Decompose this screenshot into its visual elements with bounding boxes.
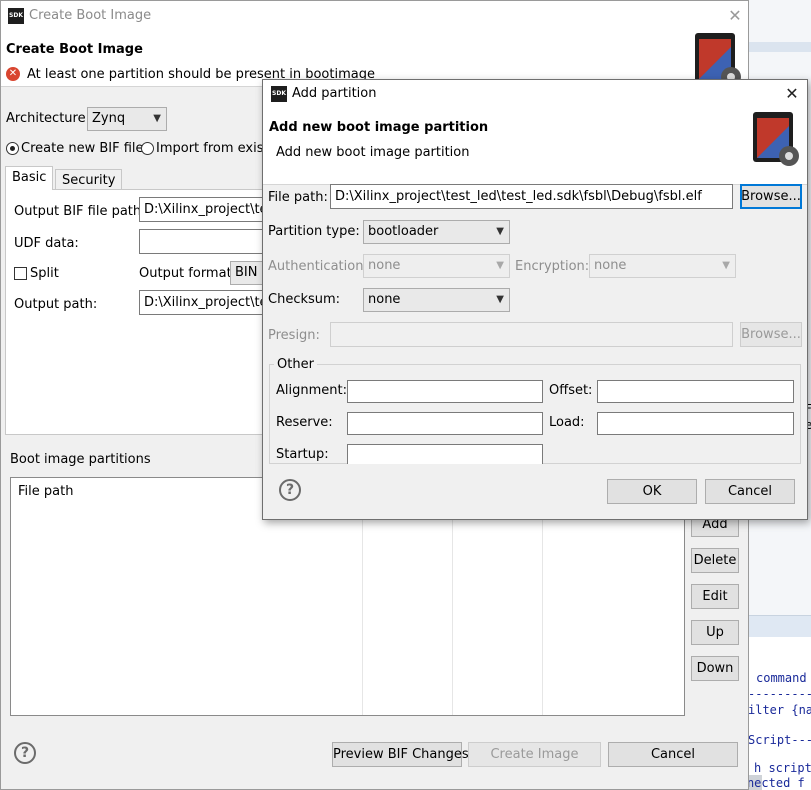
reserve-input[interactable] [347,412,543,435]
console-line: ilter {na [748,703,811,717]
add-cancel-button[interactable]: Cancel [705,479,795,504]
error-icon: ✕ [6,67,20,81]
architecture-select[interactable]: Zynq ▼ [87,107,167,131]
chevron-down-icon: ▼ [496,260,504,271]
console-line: h script [754,761,811,775]
authentication-select[interactable]: none ▼ [363,254,510,278]
startup-label: Startup: [276,447,329,462]
partition-type-value: bootloader [368,224,439,239]
add-partition-dialog: SDK Add partition ✕ Add new boot image p… [262,79,808,520]
ide-toolbar-strip [748,42,811,52]
checksum-label: Checksum: [268,292,341,307]
add-header-description: Add new boot image partition [276,145,470,160]
presign-input[interactable] [330,322,733,347]
partition-type-select[interactable]: bootloader ▼ [363,220,510,244]
add-header-title: Add new boot image partition [269,120,489,135]
presign-label: Presign: [268,328,320,343]
help-icon[interactable]: ? [14,742,36,764]
main-window-title: Create Boot Image [29,8,152,23]
main-close-icon[interactable]: ✕ [725,6,745,26]
sdk-app-icon: SDK [271,86,287,102]
console-line: command [756,671,807,685]
checksum-value: none [368,292,401,307]
checksum-select[interactable]: none ▼ [363,288,510,312]
partitions-label: Boot image partitions [10,452,151,467]
down-button[interactable]: Down [691,656,739,681]
offset-label: Offset: [549,383,593,398]
chevron-down-icon: ▼ [153,113,161,124]
up-button[interactable]: Up [691,620,739,645]
encryption-label: Encryption: [515,259,590,274]
import-bif-radio[interactable] [141,142,154,155]
udf-label: UDF data: [14,236,79,251]
file-path-label: File path: [268,190,328,205]
authentication-value: none [368,258,401,273]
chevron-down-icon: ▼ [496,226,504,237]
main-cancel-button[interactable]: Cancel [608,742,738,767]
load-input[interactable] [597,412,794,435]
console-tab-strip [748,615,811,637]
import-bif-label: Import from existi [156,141,273,156]
udf-input[interactable] [139,229,263,254]
console-view: command ----------- ilter {na Script--- … [748,637,811,790]
tab-basic[interactable]: Basic [5,166,54,190]
console-line: ----------- [748,687,811,701]
authentication-label: Authentication: [268,259,368,274]
output-bif-input[interactable]: D:\Xilinx_project\test_ [139,197,263,222]
split-checkbox[interactable] [14,267,27,280]
split-label: Split [30,266,59,281]
create-image-button[interactable]: Create Image [468,742,601,767]
output-path-label: Output path: [14,297,98,312]
file-path-input[interactable]: D:\Xilinx_project\test_led\test_led.sdk\… [330,184,733,209]
output-bif-label: Output BIF file path: [14,204,146,219]
main-titlebar: SDK Create Boot Image ✕ [1,1,748,32]
create-bif-radio[interactable] [6,142,19,155]
edit-button[interactable]: Edit [691,584,739,609]
delete-button[interactable]: Delete [691,548,739,573]
load-label: Load: [549,415,585,430]
encryption-value: none [594,258,627,273]
architecture-label: Architecture: [6,111,90,126]
presign-browse-button[interactable]: Browse... [740,322,802,347]
sdk-app-icon: SDK [8,8,24,24]
browse-button[interactable]: Browse... [740,184,802,209]
add-titlebar: SDK Add partition ✕ [263,80,807,109]
partition-type-label: Partition type: [268,224,360,239]
help-icon[interactable]: ? [279,479,301,501]
offset-input[interactable] [597,380,794,403]
tab-security[interactable]: Security [55,169,123,190]
startup-input[interactable] [347,444,543,464]
partition-logo-icon [753,112,799,166]
alignment-input[interactable] [347,380,543,403]
chevron-down-icon: ▼ [722,260,730,271]
create-bif-label: Create new BIF file [21,141,144,156]
add-window-title: Add partition [292,86,377,101]
other-group-legend: Other [274,357,317,372]
ok-button[interactable]: OK [607,479,697,504]
main-header-title: Create Boot Image [6,42,143,57]
output-format-label: Output format: [139,266,237,281]
output-path-input[interactable]: D:\Xilinx_project\test_ [139,290,263,315]
output-format-select[interactable]: BIN [230,261,263,285]
chevron-down-icon: ▼ [496,294,504,305]
file-path-column-header: File path [18,484,74,499]
preview-bif-button[interactable]: Preview BIF Changes [332,742,469,767]
reserve-label: Reserve: [276,415,333,430]
alignment-label: Alignment: [276,383,347,398]
encryption-select[interactable]: none ▼ [589,254,736,278]
add-header: Add new boot image partition Add new boo… [263,109,807,185]
architecture-value: Zynq [92,111,126,126]
add-close-icon[interactable]: ✕ [782,84,802,104]
console-line: Script--- [748,733,811,747]
